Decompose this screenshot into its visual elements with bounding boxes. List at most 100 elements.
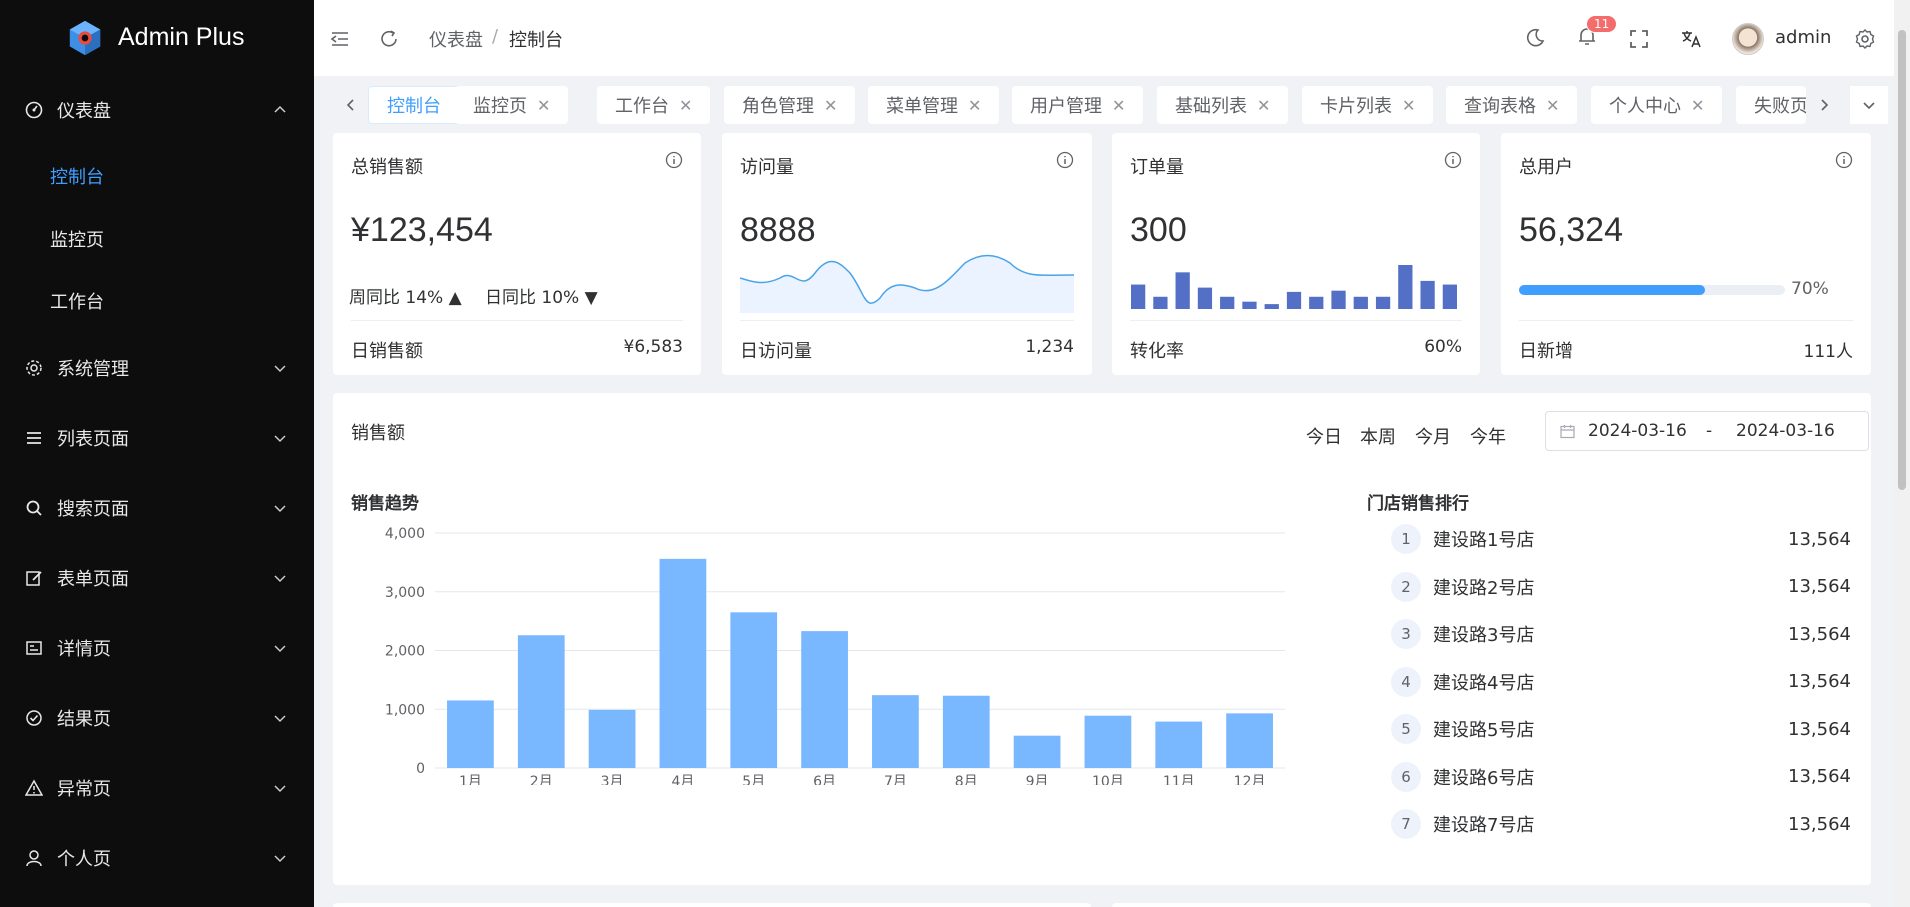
menu-detail[interactable]: 详情页 [0, 628, 314, 668]
tab-console[interactable]: 控制台 [368, 86, 460, 124]
bar[interactable] [447, 700, 494, 768]
stat-value: 8888 [740, 211, 816, 249]
tabs-scroll-right-button[interactable] [1805, 86, 1843, 124]
x-tick-label: 2月 [530, 774, 553, 785]
tab-personal-center[interactable]: 个人中心 ✕ [1591, 86, 1723, 124]
info-icon[interactable] [1056, 151, 1074, 169]
bar[interactable] [1013, 735, 1061, 768]
chevron-down-icon [274, 575, 286, 583]
foot-value: 1,234 [1025, 337, 1074, 357]
foot-label: 转化率 [1130, 341, 1184, 362]
day-compare-label: 日同比 10% [485, 288, 580, 308]
tab-card-list[interactable]: 卡片列表 ✕ [1302, 86, 1434, 124]
stat-value: 56,324 [1519, 211, 1623, 249]
moon-icon[interactable] [1524, 27, 1546, 49]
menu-dashboard[interactable]: 仪表盘 [0, 90, 314, 130]
menu-search[interactable]: 搜索页面 [0, 488, 314, 528]
logo[interactable]: Admin Plus [0, 0, 314, 75]
tab-label: 角色管理 [742, 96, 814, 117]
chevron-right-icon [1821, 99, 1829, 111]
tab-label: 菜单管理 [886, 96, 958, 117]
stat-value: ¥123,454 [351, 211, 493, 249]
tab-query-table[interactable]: 查询表格 ✕ [1446, 86, 1578, 124]
menu-form[interactable]: 表单页面 [0, 558, 314, 598]
menu-fold-icon[interactable] [329, 28, 351, 50]
bar[interactable] [1084, 715, 1132, 768]
tab-failure[interactable]: 失败页 [1736, 86, 1806, 124]
bar[interactable] [517, 635, 565, 768]
close-icon[interactable]: ✕ [537, 96, 550, 115]
x-tick-label: 4月 [671, 774, 694, 785]
bar[interactable] [801, 631, 848, 768]
bar[interactable] [1226, 713, 1273, 768]
card-total-sales: 总销售额 ¥123,454 周同比 14% ▲ 日同比 10% ▼ 日销售额 ¥… [333, 133, 701, 375]
info-icon[interactable] [1444, 151, 1462, 169]
menu-result[interactable]: 结果页 [0, 698, 314, 738]
warning-icon [24, 778, 44, 798]
menu-list[interactable]: 列表页面 [0, 418, 314, 458]
bar[interactable] [872, 695, 919, 768]
submenu-monitor[interactable]: 监控页 [0, 219, 314, 259]
bar[interactable] [942, 695, 990, 768]
close-icon[interactable]: ✕ [679, 96, 692, 115]
gear-icon [24, 358, 44, 378]
x-tick-label: 7月 [884, 774, 907, 785]
scrollbar-thumb[interactable] [1898, 30, 1906, 490]
bar[interactable] [588, 709, 636, 768]
y-tick-label: 0 [416, 761, 425, 777]
submenu-console[interactable]: 控制台 [0, 156, 314, 196]
close-icon[interactable]: ✕ [968, 96, 981, 115]
menu-personal[interactable]: 个人页 [0, 838, 314, 878]
range-today-button[interactable]: 今日 [1306, 423, 1342, 449]
breadcrumb-dashboard[interactable]: 仪表盘 [429, 26, 483, 52]
avatar[interactable] [1732, 23, 1764, 55]
date-start-input[interactable]: 2024-03-16 [1588, 421, 1687, 441]
info-icon[interactable] [665, 151, 683, 169]
info-icon[interactable] [1835, 151, 1853, 169]
x-tick-label: 6月 [813, 774, 836, 785]
chevron-up-icon [274, 105, 286, 113]
profile-card-icon [24, 638, 44, 658]
submenu-workbench[interactable]: 工作台 [0, 281, 314, 321]
tabs-dropdown-button[interactable] [1850, 86, 1888, 124]
foot-value: 60% [1424, 337, 1462, 357]
close-icon[interactable]: ✕ [1402, 96, 1415, 115]
tab-monitor[interactable]: 监控页 ✕ [455, 86, 569, 124]
date-end-input[interactable]: 2024-03-16 [1736, 421, 1835, 441]
close-icon[interactable]: ✕ [1257, 96, 1270, 115]
store-name: 建设路7号店 [1433, 815, 1535, 836]
menu-system[interactable]: 系统管理 [0, 348, 314, 388]
close-icon[interactable]: ✕ [1691, 96, 1704, 115]
sales-panel-title: 销售额 [351, 423, 405, 444]
range-month-button[interactable]: 今月 [1415, 423, 1451, 449]
close-icon[interactable]: ✕ [1112, 96, 1125, 115]
chevron-down-icon [274, 715, 286, 723]
scrollbar[interactable] [1894, 0, 1910, 907]
tab-users[interactable]: 用户管理 ✕ [1012, 86, 1144, 124]
chevron-down-icon [274, 435, 286, 443]
tabs-scroll-left-button[interactable] [332, 86, 370, 124]
tab-menus[interactable]: 菜单管理 ✕ [868, 86, 1000, 124]
settings-gear-icon[interactable] [1854, 28, 1876, 50]
close-icon[interactable]: ✕ [1546, 96, 1559, 115]
date-range-picker[interactable]: 2024-03-16 - 2024-03-16 [1545, 411, 1869, 451]
translate-icon[interactable] [1680, 28, 1702, 50]
fullscreen-icon[interactable] [1628, 28, 1650, 50]
username[interactable]: admin [1775, 27, 1831, 48]
mini-bar [1264, 304, 1279, 309]
menu-exception[interactable]: 异常页 [0, 768, 314, 808]
range-week-button[interactable]: 本周 [1360, 423, 1396, 449]
close-icon[interactable]: ✕ [824, 96, 837, 115]
range-year-button[interactable]: 今年 [1470, 423, 1506, 449]
tab-workbench[interactable]: 工作台 ✕ [597, 86, 711, 124]
bar[interactable] [659, 558, 707, 768]
card-users: 总用户 56,324 70% 日新增 111人 [1501, 133, 1871, 375]
bar[interactable] [1155, 721, 1203, 768]
tab-roles[interactable]: 角色管理 ✕ [724, 86, 856, 124]
refresh-icon[interactable] [378, 28, 400, 50]
tab-basic-list[interactable]: 基础列表 ✕ [1157, 86, 1289, 124]
bar[interactable] [730, 612, 778, 768]
mini-bar [1331, 290, 1346, 309]
tab-label: 用户管理 [1030, 96, 1102, 117]
card-visits: 访问量 8888 日访问量 1,234 [722, 133, 1092, 375]
